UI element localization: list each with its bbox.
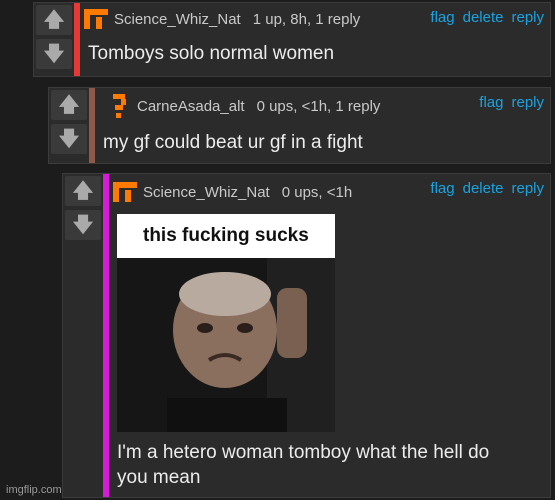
watermark: imgflip.com	[6, 484, 62, 496]
downvote-button[interactable]: 🡇	[36, 39, 72, 69]
comment-meta: 1 up, 8h, 1 reply	[252, 10, 361, 28]
vote-column: 🡅 🡇	[49, 88, 89, 163]
comment-header: Science_Whiz_Nat 1 up, 8h, 1 reply	[84, 5, 360, 33]
comment-1: 🡅 🡇 Science_Whiz_Nat 1 up, 8h, 1 reply f…	[33, 2, 551, 77]
username-link[interactable]: Science_Whiz_Nat	[143, 184, 270, 201]
reply-link[interactable]: reply	[511, 9, 544, 26]
reply-link[interactable]: reply	[511, 180, 544, 197]
delete-link[interactable]: delete	[463, 180, 504, 197]
meme-photo	[117, 258, 335, 432]
avatar-icon[interactable]	[113, 180, 137, 204]
downvote-button[interactable]: 🡇	[51, 124, 87, 154]
delete-link[interactable]: delete	[463, 9, 504, 26]
avatar-icon[interactable]	[107, 94, 131, 118]
username-link[interactable]: Science_Whiz_Nat	[114, 11, 241, 28]
upvote-button[interactable]: 🡅	[51, 90, 87, 120]
upvote-button[interactable]: 🡅	[36, 5, 72, 35]
comment-text-line: I'm a hetero woman tomboy what the hell …	[117, 442, 490, 463]
comment-actions: flag delete reply	[430, 9, 544, 26]
downvote-button[interactable]: 🡇	[65, 210, 101, 240]
comment-actions: flag reply	[479, 94, 544, 111]
username-link[interactable]: CarneAsada_alt	[137, 98, 245, 115]
person-photo-icon	[117, 258, 335, 432]
comment-actions: flag delete reply	[430, 180, 544, 197]
flag-link[interactable]: flag	[479, 94, 503, 111]
upvote-button[interactable]: 🡅	[65, 176, 101, 206]
comment-text-line: you mean	[117, 467, 201, 488]
comment-2: 🡅 🡇 CarneAsada_alt 0 ups, <1h, 1 reply f…	[48, 87, 551, 164]
comment-header: Science_Whiz_Nat 0 ups, <1h	[113, 178, 352, 206]
vote-column: 🡅 🡇	[34, 3, 74, 76]
meme-caption: this fucking sucks	[117, 214, 335, 258]
flag-link[interactable]: flag	[430, 180, 454, 197]
thread-bar	[74, 3, 80, 76]
comment-3: 🡅 🡇 Science_Whiz_Nat 0 ups, <1h flag del…	[62, 173, 551, 498]
meme-image[interactable]: this fucking sucks	[117, 214, 335, 432]
thread-bar	[103, 174, 109, 497]
avatar-icon[interactable]	[84, 7, 108, 31]
comment-text: Tomboys solo normal women	[88, 43, 335, 64]
comment-text: my gf could beat ur gf in a fight	[103, 132, 363, 153]
comment-text: I'm a hetero woman tomboy what the hell …	[117, 440, 489, 490]
comment-meta: 0 ups, <1h, 1 reply	[256, 97, 381, 115]
thread-bar	[89, 88, 95, 163]
reply-link[interactable]: reply	[511, 94, 544, 111]
comment-header: CarneAsada_alt 0 ups, <1h, 1 reply	[107, 92, 380, 120]
comment-meta: 0 ups, <1h	[281, 183, 353, 201]
vote-column: 🡅 🡇	[63, 174, 103, 497]
flag-link[interactable]: flag	[430, 9, 454, 26]
